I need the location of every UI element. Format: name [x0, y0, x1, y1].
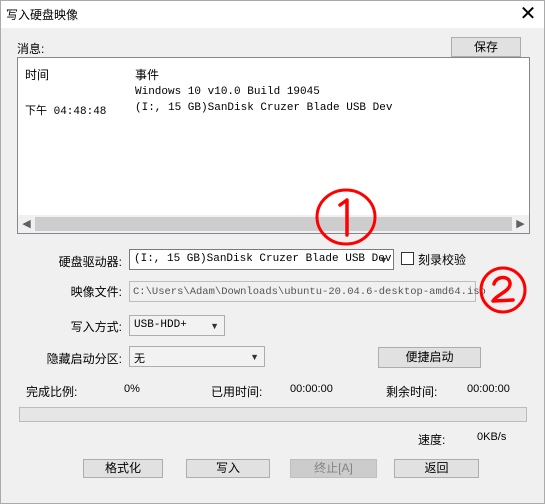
- title-bar: [0, 0, 545, 28]
- horizontal-scrollbar[interactable]: ◀ ▶: [18, 215, 529, 233]
- annotation-label-one: 1: [310, 185, 311, 186]
- message-row-event: (I:, 15 GB)SanDisk Cruzer Blade USB Dev: [135, 102, 393, 114]
- message-row-time: 下午 04:48:48: [25, 106, 107, 118]
- done-ratio-label: 完成比例:: [26, 385, 78, 399]
- hidden-partition-value: 无: [134, 354, 145, 366]
- close-icon[interactable]: ✕: [517, 2, 539, 24]
- chevron-down-icon: ▼: [210, 321, 219, 331]
- hidden-partition-label: 隐藏启动分区:: [46, 352, 122, 366]
- back-button[interactable]: 返回: [394, 459, 479, 478]
- elapsed-time-value: 00:00:00: [290, 383, 333, 395]
- message-row-event: Windows 10 v10.0 Build 19045: [135, 86, 320, 98]
- format-button[interactable]: 格式化: [83, 459, 163, 478]
- elapsed-time-label: 已用时间:: [211, 385, 263, 399]
- speed-label: 速度:: [418, 433, 446, 447]
- quick-boot-button[interactable]: 便捷启动: [378, 347, 481, 368]
- message-list[interactable]: 时间 事件 Windows 10 v10.0 Build 19045 下午 04…: [17, 57, 530, 234]
- write-method-select[interactable]: USB-HDD+ ▼: [129, 315, 225, 336]
- annotation-label-two: 2: [476, 263, 477, 264]
- chevron-down-icon: ▼: [379, 255, 388, 265]
- image-file-label: 映像文件:: [70, 285, 122, 299]
- scroll-right-icon[interactable]: ▶: [512, 215, 529, 233]
- image-file-value: C:\Users\Adam\Downloads\ubuntu-20.04.6-d…: [133, 286, 486, 298]
- annotation-mark-two: 2: [476, 263, 527, 314]
- column-header-time: 时间: [25, 68, 50, 82]
- verify-label[interactable]: 刻录校验: [418, 251, 466, 268]
- abort-button[interactable]: 终止[A]: [290, 459, 377, 478]
- write-method-label: 写入方式:: [70, 320, 122, 334]
- scroll-left-icon[interactable]: ◀: [18, 215, 35, 233]
- verify-checkbox[interactable]: [401, 252, 414, 265]
- remaining-time-value: 00:00:00: [467, 383, 510, 395]
- done-ratio-value: 0%: [124, 383, 140, 395]
- save-button[interactable]: 保存: [451, 37, 521, 57]
- column-header-event: 事件: [135, 68, 160, 82]
- window-title: 写入硬盘映像: [6, 8, 79, 22]
- write-button[interactable]: 写入: [186, 459, 270, 478]
- drive-label: 硬盘驱动器:: [58, 255, 122, 269]
- chevron-down-icon: ▼: [250, 352, 259, 362]
- messages-label: 消息:: [17, 42, 45, 56]
- hidden-partition-select[interactable]: 无 ▼: [129, 346, 265, 367]
- speed-value: 0KB/s: [477, 431, 507, 443]
- drive-select[interactable]: (I:, 15 GB)SanDisk Cruzer Blade USB Dev …: [129, 249, 394, 270]
- annotation-mark-one: 1: [310, 185, 377, 246]
- scrollbar-thumb[interactable]: [35, 217, 512, 231]
- drive-value: (I:, 15 GB)SanDisk Cruzer Blade USB Dev: [134, 253, 392, 265]
- write-method-value: USB-HDD+: [134, 319, 187, 331]
- progress-bar: [19, 407, 527, 422]
- image-file-field[interactable]: C:\Users\Adam\Downloads\ubuntu-20.04.6-d…: [129, 281, 486, 302]
- remaining-time-label: 剩余时间:: [386, 385, 438, 399]
